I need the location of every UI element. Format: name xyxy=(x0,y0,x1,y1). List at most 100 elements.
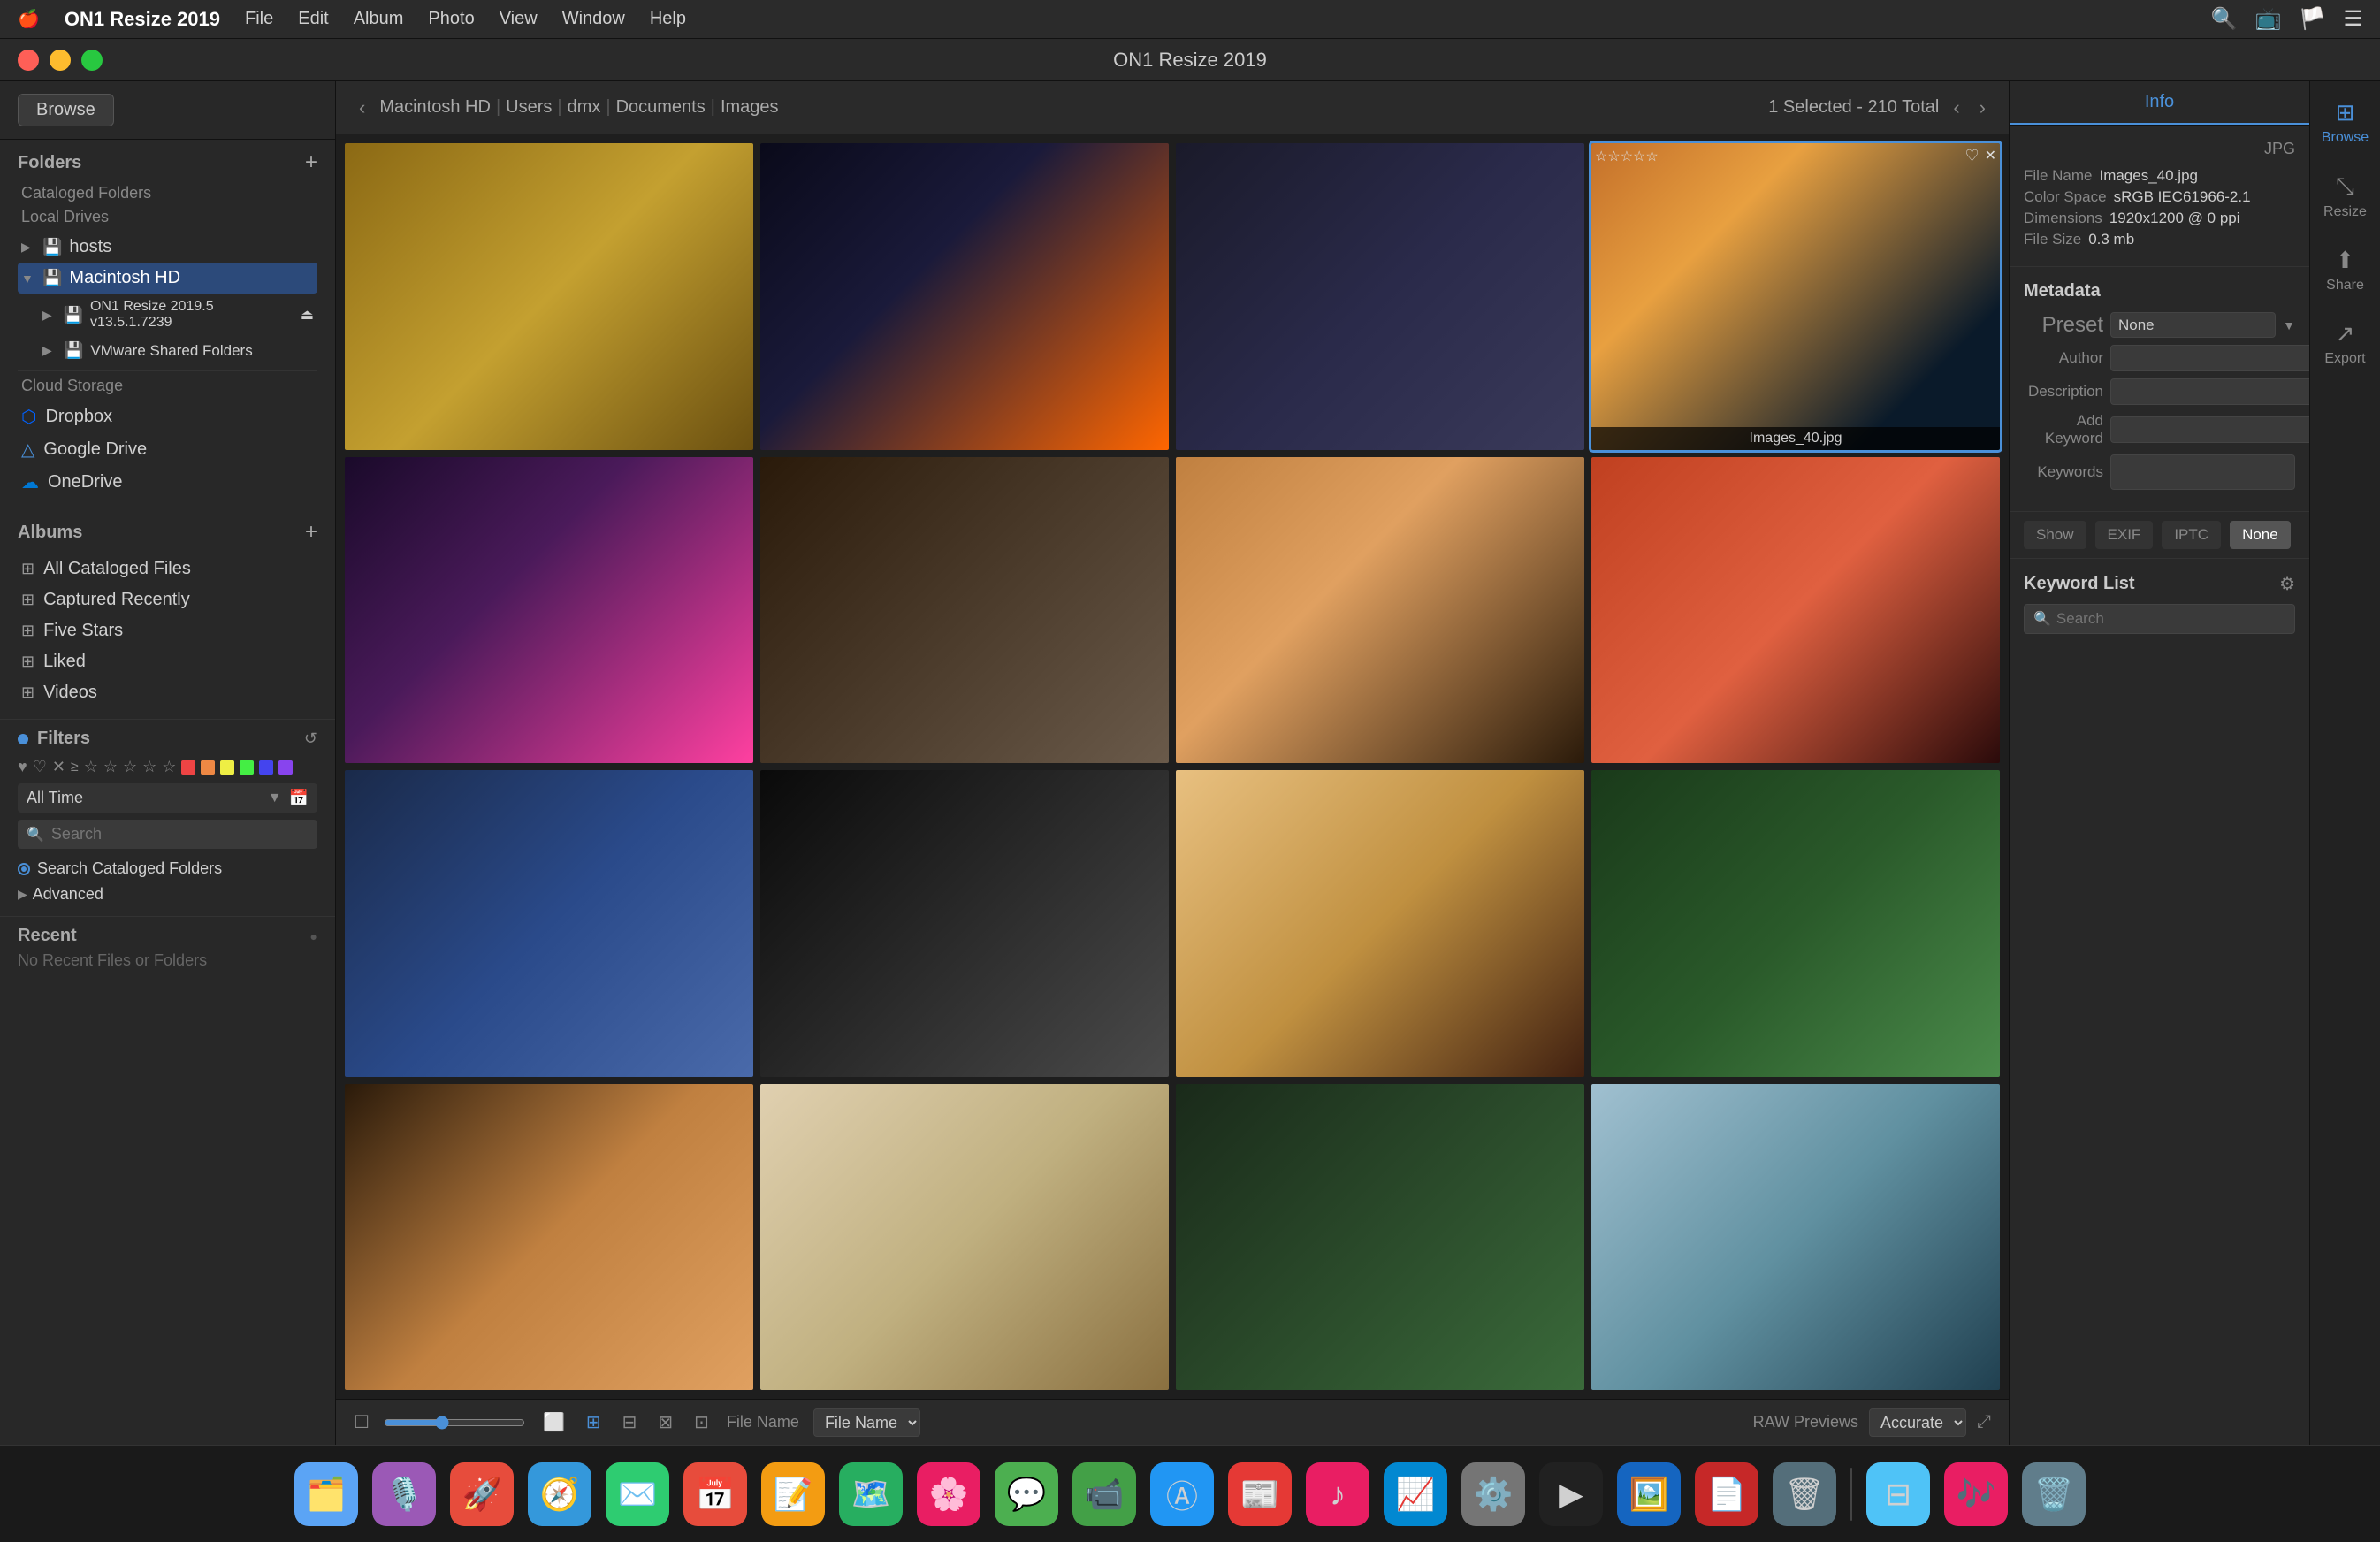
photo-cell-16[interactable] xyxy=(1591,1084,2000,1391)
heart-filled-icon[interactable]: ♥ xyxy=(18,758,27,776)
eject-icon[interactable]: ⏏ xyxy=(301,306,314,324)
sidebar-item-macintosh-hd[interactable]: ▼ 💾 Macintosh HD xyxy=(18,263,317,294)
photo-cell-11[interactable] xyxy=(1176,770,1584,1077)
advanced-item[interactable]: ▶ Advanced xyxy=(18,882,317,907)
filter-color-blue[interactable] xyxy=(259,760,273,775)
heart-empty-icon[interactable]: ♡ xyxy=(33,758,47,776)
breadcrumb-dmx[interactable]: dmx xyxy=(568,97,601,118)
breadcrumb-macintosh[interactable]: Macintosh HD xyxy=(379,97,491,118)
refresh-icon[interactable]: ↺ xyxy=(304,729,317,748)
thumbnail-size-slider[interactable] xyxy=(384,1416,525,1430)
sidebar-item-all-cataloged[interactable]: ⊞ All Cataloged Files xyxy=(18,553,317,584)
dock-item-acrobat[interactable]: 📄 xyxy=(1695,1462,1758,1526)
star-4-icon[interactable]: ☆ xyxy=(142,758,156,776)
photo-cell-3[interactable] xyxy=(1176,143,1584,450)
preset-select[interactable]: None xyxy=(2110,312,2276,338)
photo-cell-10[interactable] xyxy=(760,770,1169,1077)
next-button[interactable]: › xyxy=(1974,91,1991,125)
close-icon[interactable]: ✕ xyxy=(1985,147,1996,165)
dock-item-news[interactable]: 📰 xyxy=(1228,1462,1292,1526)
dock-item-preview[interactable]: 🖼️ xyxy=(1617,1462,1681,1526)
expand-icon[interactable]: ⤢ xyxy=(1977,1412,1991,1432)
compare-view-button[interactable]: ⊡ xyxy=(690,1408,713,1437)
add-keyword-input[interactable] xyxy=(2110,416,2322,443)
sidebar-item-five-stars[interactable]: ⊞ Five Stars xyxy=(18,615,317,646)
far-right-export[interactable]: ↗ Export xyxy=(2324,320,2365,367)
author-input[interactable] xyxy=(2110,345,2322,371)
sidebar-item-on1[interactable]: ▶ 💾 ON1 Resize 2019.5 v13.5.1.7239 ⏏ xyxy=(18,294,317,336)
sidebar-item-googledrive[interactable]: △ Google Drive xyxy=(18,433,317,466)
heart-icon[interactable]: ♡ xyxy=(1964,147,1979,165)
menu-album[interactable]: Album xyxy=(354,9,404,29)
photo-cell-6[interactable] xyxy=(760,457,1169,764)
far-right-resize[interactable]: ⤡ Resize xyxy=(2323,172,2367,220)
calendar-icon[interactable]: 📅 xyxy=(289,789,309,807)
dock-item-calendar[interactable]: 📅 xyxy=(683,1462,747,1526)
none-tab[interactable]: None xyxy=(2230,521,2291,549)
star-1-icon[interactable]: ☆ xyxy=(84,758,98,776)
sort-select[interactable]: File Name xyxy=(813,1408,920,1437)
breadcrumb-documents[interactable]: Documents xyxy=(616,97,706,118)
dock-item-finder[interactable]: 🗂️ xyxy=(294,1462,358,1526)
photo-cell-15[interactable] xyxy=(1176,1084,1584,1391)
star-rating[interactable]: ☆☆☆☆☆ xyxy=(1595,148,1659,165)
select-all-checkbox[interactable]: ☐ xyxy=(354,1411,370,1433)
x-icon[interactable]: ✕ xyxy=(52,758,65,776)
menu-controls-icon[interactable]: ☰ xyxy=(2343,6,2362,32)
date-filter[interactable]: All Time ▼ 📅 xyxy=(18,783,317,813)
photo-cell-12[interactable] xyxy=(1591,770,2000,1077)
dock-item-siri[interactable]: 🎙️ xyxy=(372,1462,436,1526)
menu-view[interactable]: View xyxy=(500,9,538,29)
dock-item-finder2[interactable]: ⊟ xyxy=(1866,1462,1930,1526)
menu-photo[interactable]: Photo xyxy=(428,9,474,29)
breadcrumb-users[interactable]: Users xyxy=(506,97,552,118)
photo-cell-5[interactable] xyxy=(345,457,753,764)
albums-add-button[interactable]: + xyxy=(305,520,317,545)
far-right-share[interactable]: ⬆ Share xyxy=(2326,247,2364,294)
exif-tab[interactable]: EXIF xyxy=(2095,521,2154,549)
sidebar-item-vmware[interactable]: ▶ 💾 VMware Shared Folders xyxy=(18,336,317,365)
keyword-search-input[interactable] xyxy=(2056,610,2252,628)
dock-item-terminal[interactable]: ▶ xyxy=(1539,1462,1603,1526)
menu-search-icon[interactable]: 🔍 xyxy=(2211,6,2238,32)
menu-file[interactable]: File xyxy=(245,9,273,29)
menu-flag-icon[interactable]: 🏳️ xyxy=(2300,6,2326,32)
photo-cell-4[interactable]: ☆☆☆☆☆♡✕Images_40.jpg xyxy=(1591,143,2000,450)
close-button[interactable] xyxy=(18,50,39,71)
filmstrip-view-button[interactable]: ⊠ xyxy=(654,1408,676,1437)
menu-help[interactable]: Help xyxy=(650,9,686,29)
dock-item-maps[interactable]: 🗺️ xyxy=(839,1462,903,1526)
prev-button[interactable]: ‹ xyxy=(1948,91,1964,125)
dock-item-trash2[interactable]: 🗑 xyxy=(1773,1462,1836,1526)
strip-view-button[interactable]: ⊟ xyxy=(619,1408,641,1437)
dock-item-trash[interactable]: 🗑️ xyxy=(2022,1462,2086,1526)
search-input[interactable] xyxy=(51,825,309,844)
fullscreen-button[interactable] xyxy=(81,50,103,71)
raw-preview-select[interactable]: Accurate xyxy=(1869,1408,1966,1437)
breadcrumb-images[interactable]: Images xyxy=(721,97,779,118)
single-view-button[interactable]: ⬜ xyxy=(539,1408,568,1437)
far-right-browse[interactable]: ⊞ Browse xyxy=(2322,99,2369,146)
filter-color-red[interactable] xyxy=(181,760,195,775)
sidebar-item-hosts[interactable]: ▶ 💾 hosts xyxy=(18,232,317,263)
photo-cell-13[interactable] xyxy=(345,1084,753,1391)
dock-item-safari[interactable]: 🧭 xyxy=(528,1462,591,1526)
filter-color-green[interactable] xyxy=(240,760,254,775)
dock-item-appstore[interactable]: Ⓐ xyxy=(1150,1462,1214,1526)
star-2-icon[interactable]: ☆ xyxy=(103,758,118,776)
description-input[interactable] xyxy=(2110,378,2322,405)
search-cataloged-radio[interactable]: Search Cataloged Folders xyxy=(18,856,317,882)
grid-view-button[interactable]: ⊞ xyxy=(583,1408,605,1437)
keyword-gear-icon[interactable]: ⚙ xyxy=(2279,573,2295,595)
photo-cell-14[interactable] xyxy=(760,1084,1169,1391)
dock-item-mail[interactable]: ✉️ xyxy=(606,1462,669,1526)
dock-item-sysperf[interactable]: ⚙️ xyxy=(1461,1462,1525,1526)
filter-color-purple[interactable] xyxy=(278,760,293,775)
dock-item-launchpad[interactable]: 🚀 xyxy=(450,1462,514,1526)
sidebar-item-dropbox[interactable]: ⬡ Dropbox xyxy=(18,401,317,433)
sidebar-item-onedrive[interactable]: ☁ OneDrive xyxy=(18,466,317,499)
photo-cell-8[interactable] xyxy=(1591,457,2000,764)
photo-cell-7[interactable] xyxy=(1176,457,1584,764)
filter-color-orange[interactable] xyxy=(201,760,215,775)
sidebar-item-videos[interactable]: ⊞ Videos xyxy=(18,677,317,708)
